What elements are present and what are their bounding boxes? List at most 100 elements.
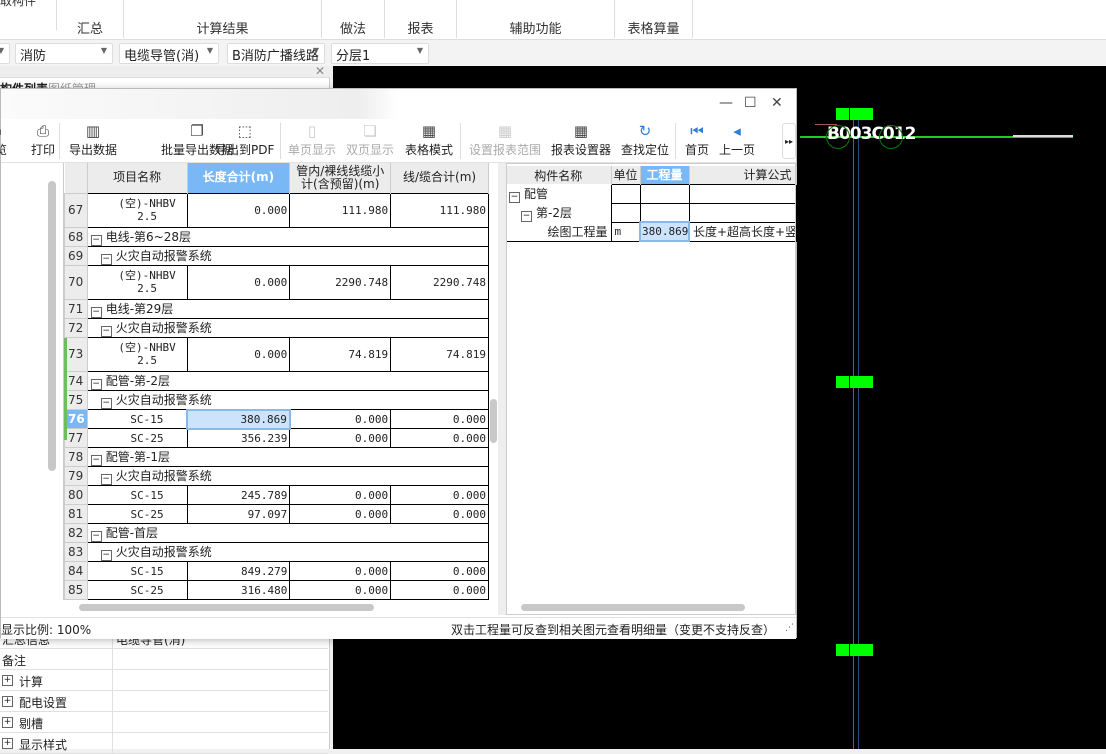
- subtotal[interactable]: 74.819: [289, 336, 392, 372]
- length-total[interactable]: 97.097: [186, 504, 291, 524]
- line-total[interactable]: 0.000: [390, 409, 489, 429]
- group-row-cell[interactable]: − 电线-第6~28层: [86, 226, 489, 247]
- table-vertical-scrollbar[interactable]: [490, 399, 497, 443]
- minimize-icon[interactable]: —: [719, 95, 733, 111]
- component-name-cell[interactable]: 绘图工程量: [506, 222, 612, 242]
- line-total[interactable]: 0.000: [390, 561, 489, 581]
- col-header-total[interactable]: 线/缆合计(m): [390, 163, 489, 193]
- collapse-icon[interactable]: −: [90, 455, 102, 466]
- line-total[interactable]: 0.000: [390, 504, 489, 524]
- subtotal[interactable]: 0.000: [289, 428, 392, 448]
- collapse-icon[interactable]: −: [521, 210, 532, 222]
- collapse-icon[interactable]: −: [90, 306, 102, 317]
- line-total[interactable]: 0.000: [390, 485, 489, 505]
- collapse-icon[interactable]: −: [90, 531, 102, 542]
- toolbar-report-settings-button[interactable]: ▦ 报表设置器: [551, 121, 611, 158]
- collapse-icon[interactable]: −: [90, 234, 102, 245]
- length-total[interactable]: 0.000: [186, 264, 291, 300]
- device-symbol[interactable]: [850, 108, 873, 120]
- length-total[interactable]: 356.239: [186, 428, 291, 448]
- table-row[interactable]: 72− 火灾自动报警系统: [64, 317, 489, 338]
- col-header-subtotal[interactable]: 管内/裸线线缆小计(含预留)(m): [289, 163, 392, 193]
- subtotal[interactable]: 0.000: [289, 409, 392, 429]
- subtotal[interactable]: 111.980: [289, 192, 392, 228]
- subtotal[interactable]: 0.000: [289, 561, 392, 581]
- maximize-icon[interactable]: ☐: [744, 95, 757, 111]
- group-row-cell[interactable]: − 电线-第29层: [86, 298, 489, 319]
- property-row[interactable]: + 计算: [0, 670, 328, 691]
- table-row[interactable]: 75− 火灾自动报警系统: [64, 389, 489, 410]
- summary-table[interactable]: 项目名称 长度合计(m) 管内/裸线线缆小计(含预留)(m) 线/缆合计(m) 67(…: [63, 163, 489, 600]
- component-name-cell[interactable]: − 第-2层: [506, 203, 612, 222]
- expand-icon[interactable]: +: [2, 675, 13, 686]
- close-icon[interactable]: ✕: [771, 95, 783, 111]
- ribbon-group-method[interactable]: 做法: [322, 0, 385, 38]
- subtotal[interactable]: 0.000: [289, 485, 392, 505]
- toolbar-overflow-icon[interactable]: ▸▸: [782, 123, 796, 159]
- property-row[interactable]: + 剔槽: [0, 712, 328, 733]
- table-row[interactable]: 79− 火灾自动报警系统: [64, 466, 489, 486]
- toolbar-first-page-button[interactable]: ⏮ 首页: [685, 121, 709, 158]
- group-row-cell[interactable]: − 火灾自动报警系统: [86, 389, 489, 410]
- subtotal[interactable]: 2290.748: [289, 264, 392, 300]
- line-total[interactable]: 74.819: [390, 336, 489, 372]
- group-row-cell[interactable]: − 火灾自动报警系统: [86, 317, 489, 338]
- ribbon-group-table-calc[interactable]: 表格算量: [615, 0, 693, 38]
- line-total[interactable]: 0.000: [390, 428, 489, 448]
- expand-icon[interactable]: +: [2, 738, 13, 749]
- col-header-component[interactable]: 构件名称: [506, 166, 612, 184]
- ribbon-group-aux[interactable]: 辅助功能: [457, 0, 615, 38]
- col-header-formula[interactable]: 计算公式: [689, 166, 797, 184]
- quantity[interactable]: 380.869: [639, 221, 690, 242]
- dialog-titlebar[interactable]: — ☐ ✕: [1, 89, 796, 119]
- table-row[interactable]: 73 (空)-NHBV 2.5 0.000 74.819 74.819: [64, 336, 489, 372]
- collapse-icon[interactable]: −: [100, 397, 112, 409]
- length-total[interactable]: 316.480: [186, 580, 291, 600]
- group-row-cell[interactable]: − 火灾自动报警系统: [86, 466, 489, 486]
- device-symbol[interactable]: [850, 376, 873, 388]
- table-row[interactable]: 78− 配管-第-1层: [64, 447, 489, 467]
- toolbar-single-page-button[interactable]: ▯ 单页显示: [288, 121, 336, 158]
- collapse-icon[interactable]: −: [100, 474, 112, 485]
- collapse-icon[interactable]: −: [100, 253, 112, 264]
- ribbon-group-results[interactable]: 计算结果: [124, 0, 322, 38]
- component-name-cell[interactable]: − 配管: [506, 184, 612, 203]
- table-row[interactable]: 85 SC-25 316.480 0.000 0.000: [64, 580, 489, 600]
- close-icon[interactable]: ✕: [315, 64, 325, 78]
- toolbar-prev-page-button[interactable]: ◂ 上一页: [719, 121, 755, 158]
- col-header-quantity[interactable]: 工程量: [640, 166, 690, 184]
- filter-dropdown-type[interactable]: 电缆导管(消) ▼: [119, 43, 219, 64]
- quantity[interactable]: [639, 202, 690, 223]
- length-total[interactable]: 849.279: [186, 561, 291, 581]
- toolbar-export-data-button[interactable]: ▥ 导出数据: [69, 121, 117, 158]
- group-row-cell[interactable]: − 配管-首层: [86, 523, 489, 543]
- col-header-name[interactable]: 项目名称: [87, 163, 188, 193]
- table-row[interactable]: 70 (空)-NHBV 2.5 0.000 2290.748 2290.748: [64, 264, 489, 300]
- table-row[interactable]: 82− 配管-首层: [64, 523, 489, 543]
- line-total[interactable]: 111.980: [390, 192, 489, 228]
- detail-table[interactable]: 构件名称 单位 工程量 计算公式 − 配管 − 第-2层 绘图工程量 m 380.869 长度+超高…: [506, 166, 797, 242]
- device-symbol[interactable]: [850, 644, 873, 656]
- splitter[interactable]: [498, 163, 506, 615]
- device-symbol[interactable]: [836, 376, 849, 388]
- toolbar-double-page-button[interactable]: ❏ 双页显示: [346, 121, 394, 158]
- table-row[interactable]: 74− 配管-第-2层: [64, 370, 489, 391]
- table-row[interactable]: 68− 电线-第6~28层: [64, 226, 489, 247]
- property-row[interactable]: 备注: [0, 649, 328, 670]
- length-total[interactable]: 0.000: [186, 336, 291, 372]
- collapse-icon[interactable]: −: [509, 191, 520, 203]
- filter-dropdown-0[interactable]: ▼: [0, 43, 10, 64]
- toolbar-export-pdf-button[interactable]: ⬚ 导出到PDF: [215, 121, 274, 158]
- length-total[interactable]: 380.869: [186, 408, 291, 430]
- line-total[interactable]: 2290.748: [390, 264, 489, 300]
- length-total[interactable]: 245.789: [186, 485, 291, 505]
- quantity[interactable]: [639, 183, 690, 204]
- col-header-unit[interactable]: 单位: [611, 166, 641, 184]
- line-total[interactable]: 0.000: [390, 580, 489, 600]
- detail-row[interactable]: 绘图工程量m380.869长度+超高长度+竖井: [506, 221, 797, 242]
- detail-row[interactable]: − 第-2层: [506, 202, 797, 223]
- resize-grip-icon[interactable]: ⋰: [785, 623, 794, 633]
- table-row[interactable]: 80 SC-15 245.789 0.000 0.000: [64, 485, 489, 505]
- table-row[interactable]: 84 SC-15 849.279 0.000 0.000: [64, 561, 489, 581]
- device-symbol[interactable]: [836, 644, 849, 656]
